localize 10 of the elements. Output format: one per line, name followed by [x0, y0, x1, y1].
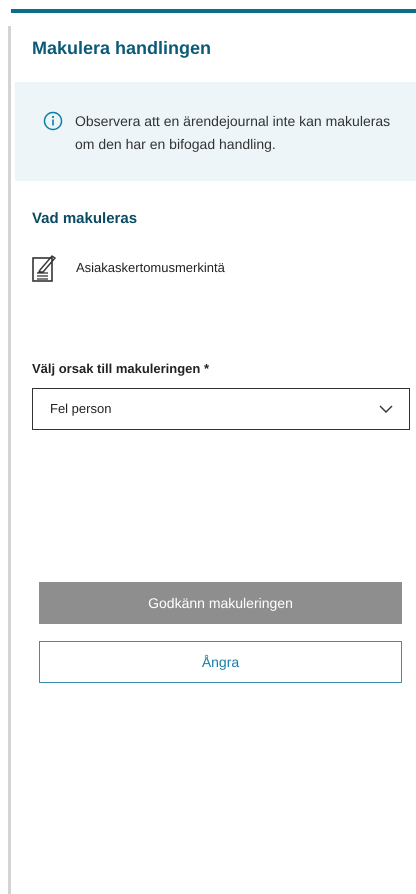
section-title: Vad makuleras [32, 209, 138, 229]
cancel-button[interactable]: Ångra [39, 641, 402, 683]
reason-dropdown[interactable]: Fel person [32, 388, 410, 430]
notice-text: Observera att en ärendejournal inte kan makuleras om den har en bifogad handling. [75, 112, 392, 154]
document-edit-icon [32, 252, 58, 282]
field-label: Välj orsak till makuleringen * [32, 360, 210, 378]
info-icon [43, 111, 63, 131]
chevron-down-icon [379, 405, 393, 413]
panel-title: Makulera handlingen [32, 37, 212, 60]
document-name: Asiakaskertomusmerkintä [76, 258, 225, 277]
